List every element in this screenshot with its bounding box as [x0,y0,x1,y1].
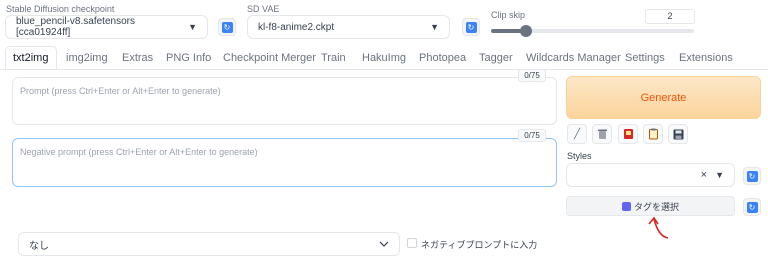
styles-select[interactable]: × ▼ [566,163,735,187]
wildcard-select-value: なし [29,240,49,252]
clip-skip-thumb[interactable] [519,25,532,37]
negative-checkbox-label: ネガティブプロンプトに入力 [421,240,538,250]
save-style-button[interactable] [668,124,688,144]
refresh-icon: ↻ [221,21,233,33]
pencil-icon: ╱ [573,128,581,140]
caret-down-icon: ▼ [430,22,439,32]
clear-prompt-button[interactable] [592,124,612,144]
checkpoint-refresh-button[interactable]: ↻ [218,18,236,36]
negative-checkbox[interactable] [407,238,417,248]
tab-divider [0,69,768,70]
clear-icon[interactable]: × [701,169,707,181]
vae-select[interactable]: kl-f8-anime2.ckpt ▼ [247,15,450,39]
tag-refresh-button[interactable]: ↻ [743,198,761,216]
save-icon [673,129,683,139]
clip-skip-input[interactable]: 2 [645,9,695,24]
vae-refresh-button[interactable]: ↻ [462,18,480,36]
trash-icon [597,129,607,139]
tab-png-info[interactable]: PNG Info [166,52,211,64]
tab-img2img[interactable]: img2img [66,52,108,64]
generate-button[interactable]: Generate [566,76,761,119]
chevron-down-icon [379,241,389,247]
checkpoint-select[interactable]: blue_pencil-v8.safetensors [cca01924ff] … [5,15,208,39]
negative-prompt-textarea[interactable]: Negative prompt (press Ctrl+Enter or Alt… [12,138,557,187]
clip-skip-slider[interactable] [491,25,694,37]
wildcard-select[interactable]: なし [18,232,400,256]
checkpoint-value: blue_pencil-v8.safetensors [cca01924ff] [16,16,135,38]
tab-extras[interactable]: Extras [122,52,153,64]
refresh-icon: ↻ [746,170,758,182]
tab-extensions[interactable]: Extensions [679,52,733,64]
styles-refresh-button[interactable]: ↻ [743,167,761,185]
tag-select-button[interactable]: タグを選択 [566,196,735,216]
negative-prompt-placeholder: Negative prompt (press Ctrl+Enter or Alt… [20,147,258,157]
negative-token-counter: 0/75 [518,129,546,142]
clipboard-icon [648,128,658,140]
prompt-token-counter: 0/75 [518,69,546,82]
checkpoint-label: Stable Diffusion checkpoint [6,4,115,14]
tag-icon [621,201,631,211]
extra-networks-button[interactable] [618,124,638,144]
vae-label: SD VAE [247,4,280,14]
tab-settings[interactable]: Settings [625,52,665,64]
prompt-textarea[interactable]: Prompt (press Ctrl+Enter or Alt+Enter to… [12,77,557,125]
tab-hakuimg[interactable]: HakuImg [362,52,406,64]
styles-label: Styles [567,151,592,161]
generate-label: Generate [640,91,687,104]
read-params-button[interactable]: ╱ [567,124,587,144]
refresh-icon: ↻ [746,201,758,213]
clip-skip-label: Clip skip [491,10,526,20]
refresh-icon: ↻ [465,21,477,33]
caret-down-icon: ▼ [715,170,724,180]
caret-down-icon: ▼ [188,22,197,32]
tab-checkpoint-merger[interactable]: Checkpoint Merger [223,52,316,64]
tab-wildcards-manager[interactable]: Wildcards Manager [526,52,621,64]
tag-select-label: タグを選択 [633,201,679,212]
tab-photopea[interactable]: Photopea [419,52,466,64]
arrow-annotation-icon [648,216,669,239]
tab-txt2img[interactable]: txt2img [13,52,48,64]
prompt-placeholder: Prompt (press Ctrl+Enter or Alt+Enter to… [20,86,221,96]
card-icon [623,129,633,139]
tab-train[interactable]: Train [321,52,346,64]
apply-style-button[interactable] [643,124,663,144]
tab-tagger[interactable]: Tagger [479,52,513,64]
vae-value: kl-f8-anime2.ckpt [258,21,335,33]
